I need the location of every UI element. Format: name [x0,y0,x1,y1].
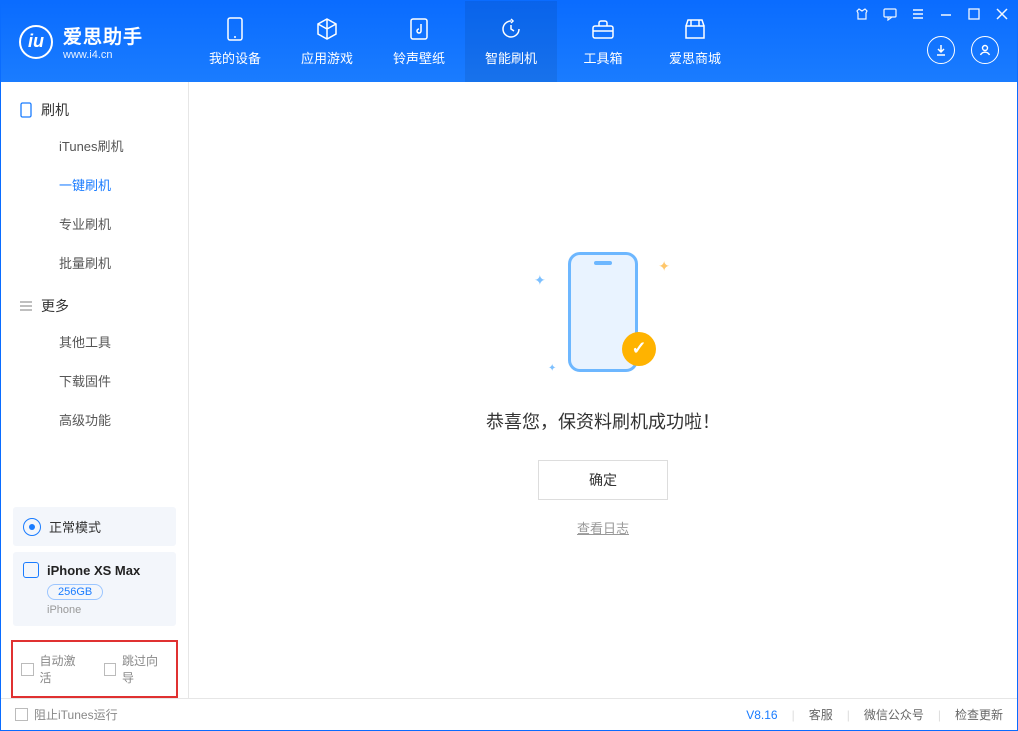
app-name: 爱思助手 [63,22,143,49]
refresh-icon [498,16,524,42]
check-badge-icon: ✓ [622,332,656,366]
nav-flash[interactable]: 智能刷机 [465,1,557,82]
phone-icon [19,103,33,117]
device-storage: 256GB [47,584,103,600]
device-icon [222,16,248,42]
sidebar-item-onekey-flash[interactable]: 一键刷机 [19,165,188,204]
menu-lines-icon [19,299,33,313]
view-log-link[interactable]: 查看日志 [577,518,629,537]
close-icon[interactable] [995,7,1009,24]
sidebar-item-advanced[interactable]: 高级功能 [19,400,188,439]
device-type: iPhone [47,604,166,616]
success-message: 恭喜您，保资料刷机成功啦！ [486,408,720,434]
sidebar-item-pro-flash[interactable]: 专业刷机 [19,204,188,243]
sparkle-icon: ✦ [658,258,670,275]
sparkle-icon: ✦ [534,272,546,289]
sidebar: 刷机 iTunes刷机 一键刷机 专业刷机 批量刷机 更多 其他工具 下载固件 … [1,82,189,698]
nav-apps-games[interactable]: 应用游戏 [281,1,373,82]
logo-area: iu 爱思助手 www.i4.cn [1,1,189,82]
sidebar-section-more: 更多 其他工具 下载固件 高级功能 [1,286,188,443]
store-icon [682,16,708,42]
device-name: iPhone XS Max [47,563,140,578]
check-update-link[interactable]: 检查更新 [955,706,1003,723]
ok-button[interactable]: 确定 [538,460,668,500]
sidebar-head-flash[interactable]: 刷机 [19,100,188,120]
app-logo-icon: iu [19,25,53,59]
menu-icon[interactable] [911,7,925,24]
nav-toolbox[interactable]: 工具箱 [557,1,649,82]
sparkle-icon: ✦ [548,363,556,374]
footer-bar: 阻止iTunes运行 V8.16 | 客服 | 微信公众号 | 检查更新 [1,698,1017,730]
checkbox-icon [15,708,28,721]
auto-activate-checkbox[interactable]: 自动激活 [21,652,86,686]
main-content: ✦ ✦ ✦ ✓ 恭喜您，保资料刷机成功啦！ 确定 查看日志 [189,82,1017,698]
device-mode-status[interactable]: 正常模式 [13,507,176,546]
sidebar-item-itunes-flash[interactable]: iTunes刷机 [19,126,188,165]
device-phone-icon [23,562,39,578]
sidebar-item-other-tools[interactable]: 其他工具 [19,322,188,361]
cube-icon [314,16,340,42]
feedback-icon[interactable] [883,7,897,24]
bottom-options-highlight: 自动激活 跳过向导 [11,640,178,698]
sidebar-section-flash: 刷机 iTunes刷机 一键刷机 专业刷机 批量刷机 [1,90,188,286]
checkbox-icon [21,663,34,676]
device-name-row: iPhone XS Max [23,562,166,578]
download-button[interactable] [927,36,955,64]
minimize-icon[interactable] [939,7,953,24]
logo-text: 爱思助手 www.i4.cn [63,22,143,61]
status-dot-icon [23,518,41,536]
nav-tabs: 我的设备 应用游戏 铃声壁纸 智能刷机 [189,1,741,82]
user-button[interactable] [971,36,999,64]
version-label: V8.16 [746,708,777,722]
checkbox-icon [104,663,117,676]
shirt-icon[interactable] [855,7,869,24]
nav-store[interactable]: 爱思商城 [649,1,741,82]
header-right-buttons [927,36,999,64]
window-controls [855,7,1009,24]
device-card[interactable]: iPhone XS Max 256GB iPhone [13,552,176,626]
toolbox-icon [590,16,616,42]
nav-my-device[interactable]: 我的设备 [189,1,281,82]
support-link[interactable]: 客服 [809,706,833,723]
app-domain: www.i4.cn [63,49,143,61]
maximize-icon[interactable] [967,7,981,24]
sidebar-item-download-firmware[interactable]: 下载固件 [19,361,188,400]
music-icon [406,16,432,42]
sidebar-head-more[interactable]: 更多 [19,296,188,316]
body: 刷机 iTunes刷机 一键刷机 专业刷机 批量刷机 更多 其他工具 下载固件 … [1,82,1017,698]
success-illustration: ✦ ✦ ✦ ✓ [518,244,688,384]
app-window: iu 爱思助手 www.i4.cn 我的设备 应用游戏 [0,0,1018,731]
skip-guide-checkbox[interactable]: 跳过向导 [104,652,169,686]
block-itunes-checkbox[interactable]: 阻止iTunes运行 [15,706,118,723]
nav-ringtones[interactable]: 铃声壁纸 [373,1,465,82]
title-bar: iu 爱思助手 www.i4.cn 我的设备 应用游戏 [1,1,1017,82]
footer-right: V8.16 | 客服 | 微信公众号 | 检查更新 [746,706,1003,723]
sidebar-item-batch-flash[interactable]: 批量刷机 [19,243,188,282]
wechat-link[interactable]: 微信公众号 [864,706,924,723]
